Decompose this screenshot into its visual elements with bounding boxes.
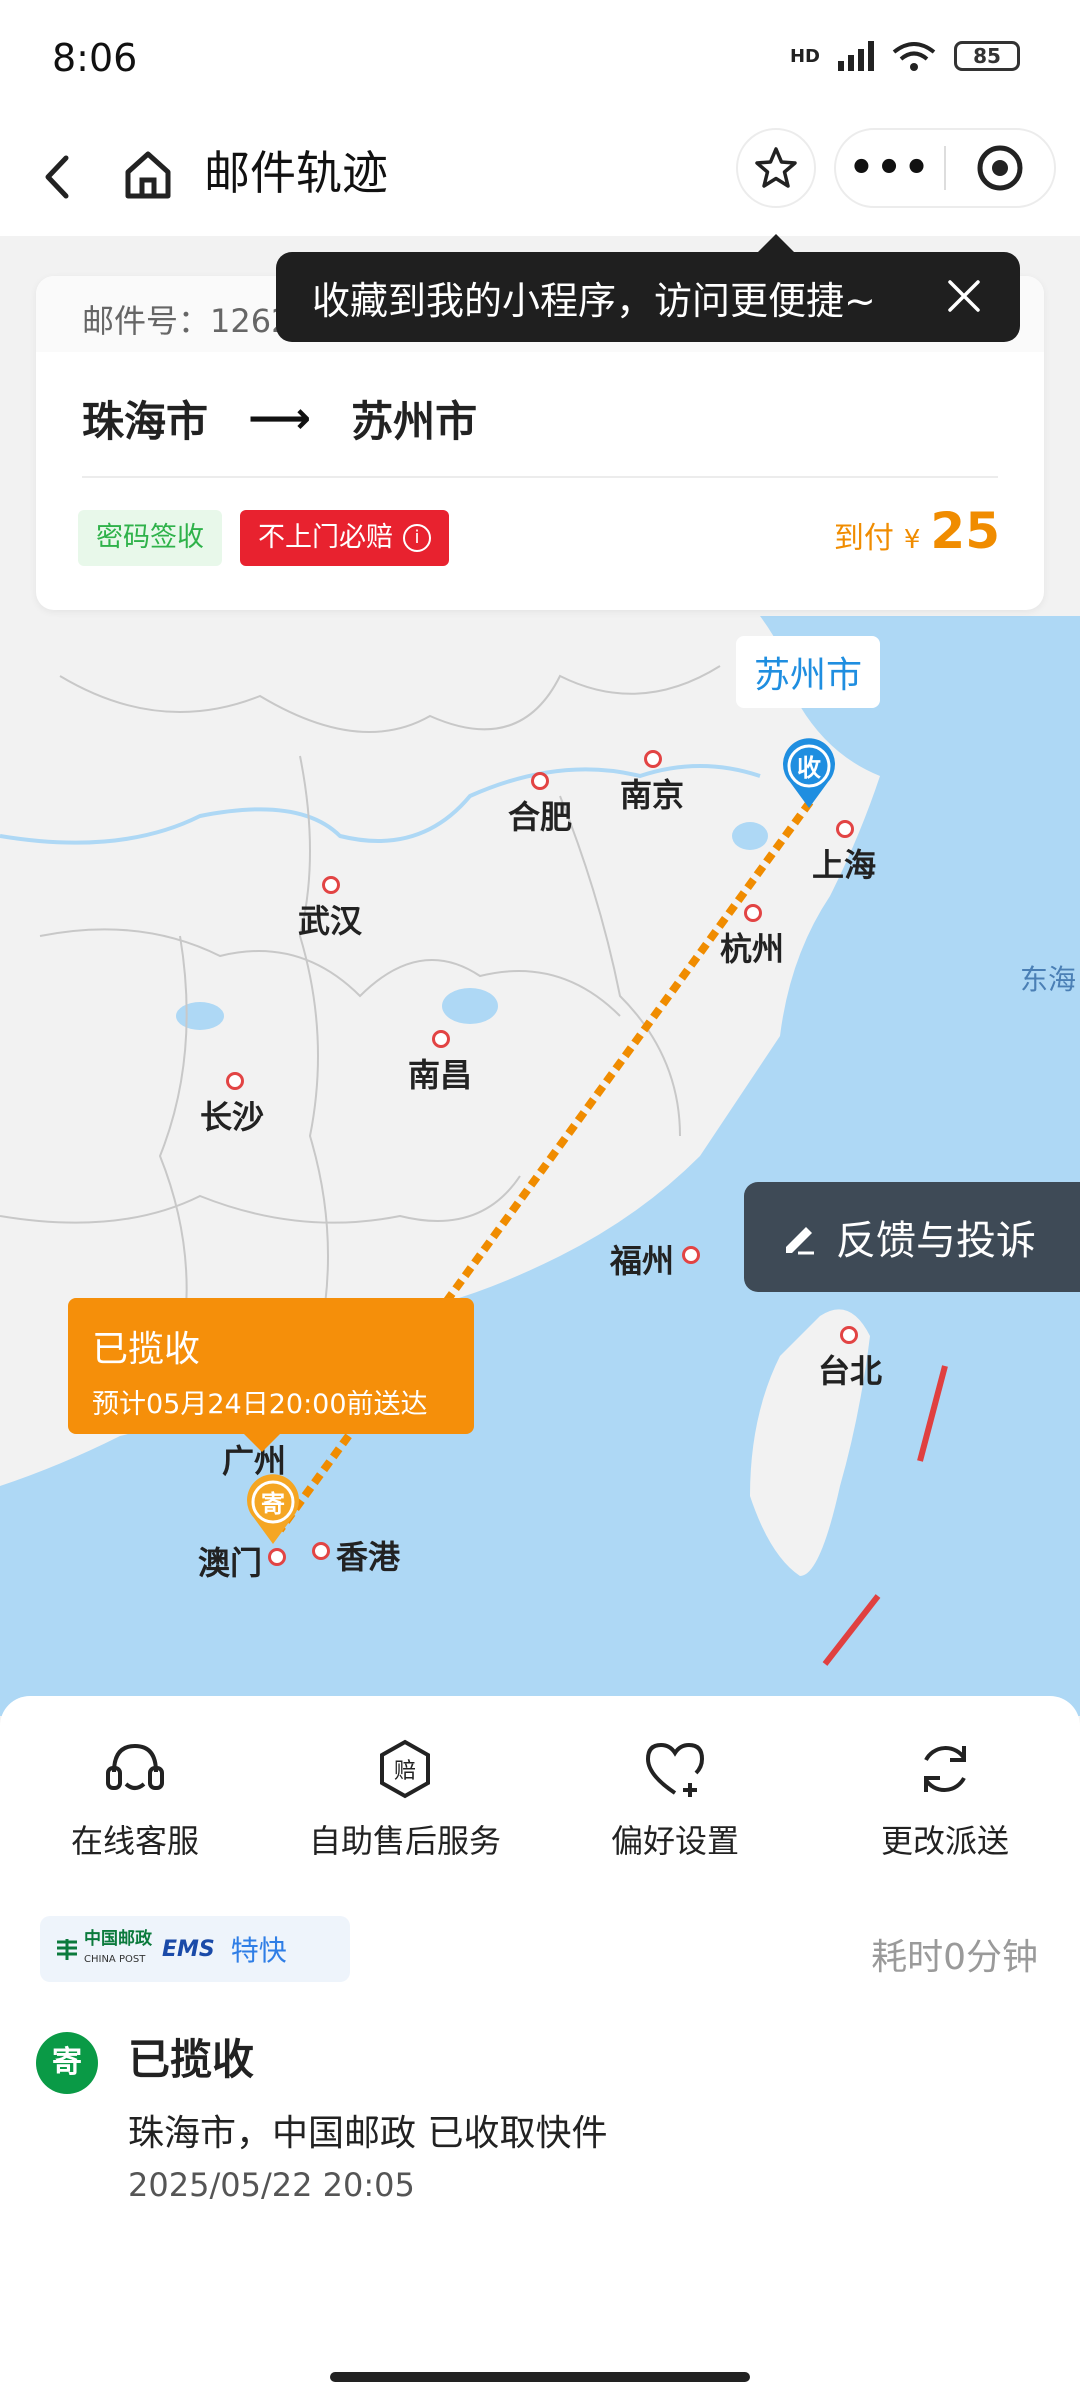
- city-dot: [744, 904, 762, 922]
- destination-pin-text: 收: [797, 754, 821, 782]
- payment-info: 到付 ¥ 25: [834, 502, 1000, 560]
- feedback-complaint-button[interactable]: 反馈与投诉: [744, 1182, 1080, 1292]
- close-miniprogram-button[interactable]: [946, 143, 1054, 193]
- route-summary: 珠海市 ⟶ 苏州市: [82, 388, 477, 449]
- china-post-text: 中国邮政 CHINA POST: [84, 1930, 152, 1969]
- mini-program-capsule: •••: [834, 128, 1056, 208]
- city-label-hangzhou: 杭州: [720, 930, 785, 968]
- ems-logo: EMS: [162, 1936, 215, 1962]
- back-icon[interactable]: [30, 142, 86, 212]
- action-label: 更改派送: [880, 1822, 1009, 1860]
- origin-city: 珠海市: [82, 397, 209, 446]
- currency-symbol: ¥: [903, 525, 921, 555]
- city-dot: [531, 772, 549, 790]
- payment-amount: 25: [930, 502, 1000, 560]
- status-popup-title: 已揽收: [92, 1329, 201, 1370]
- carrier-name-cn: 中国邮政: [84, 1928, 152, 1949]
- compensation-icon: 赔: [370, 1736, 440, 1802]
- city-label-fuzhou: 福州: [610, 1242, 675, 1280]
- city-dot: [432, 1030, 450, 1048]
- star-icon: [755, 147, 797, 188]
- event-status-icon: 寄: [36, 2032, 98, 2094]
- city-dot: [840, 1326, 858, 1344]
- status-time: 8:06: [52, 36, 138, 80]
- city-label-nanjing: 南京: [620, 776, 685, 814]
- event-title: 已揽收: [128, 2035, 255, 2084]
- event-time: 2025/05/22 20:05: [128, 2166, 415, 2204]
- close-icon[interactable]: [944, 276, 984, 316]
- service-type: 特快: [230, 1934, 287, 1967]
- city-dot: [322, 876, 340, 894]
- preference-settings-button[interactable]: 偏好设置: [540, 1736, 810, 1866]
- favorite-button[interactable]: [736, 128, 816, 208]
- refresh-icon: [910, 1736, 980, 1802]
- status-popup-eta: 预计05月24日20:00前送达: [92, 1389, 428, 1420]
- password-sign-tag: 密码签收: [78, 510, 222, 566]
- city-dot: [836, 820, 854, 838]
- home-indicator[interactable]: [330, 2372, 750, 2382]
- city-dot: [226, 1072, 244, 1090]
- battery-icon: 85: [954, 41, 1020, 71]
- divider: [82, 476, 998, 478]
- city-label-hefei: 合肥: [508, 798, 573, 836]
- action-label: 偏好设置: [610, 1822, 739, 1860]
- event-description: 珠海市，中国邮政 已收取快件: [128, 2113, 608, 2154]
- city-label-nanchang: 南昌: [408, 1056, 473, 1094]
- feedback-label: 反馈与投诉: [836, 1218, 1036, 1264]
- china-post-icon: [57, 1939, 77, 1960]
- destination-pin[interactable]: 收: [780, 738, 838, 810]
- action-label: 自助售后服务: [308, 1822, 501, 1860]
- status-popup: 已揽收 预计05月24日20:00前送达: [68, 1298, 474, 1452]
- wifi-icon: [892, 42, 936, 71]
- tracking-sheet: 在线客服 赔 自助售后服务 偏好设置 更改派送 中国邮政 CHINA POST …: [0, 1696, 1080, 2400]
- action-label: 在线客服: [70, 1822, 199, 1860]
- elapsed-time: 耗时0分钟: [871, 1937, 1038, 1978]
- target-icon: [977, 145, 1023, 191]
- city-label-hongkong: 香港: [336, 1538, 401, 1576]
- online-service-button[interactable]: 在线客服: [0, 1736, 270, 1866]
- status-bar: 8:06 HD 85: [0, 0, 1080, 118]
- change-delivery-button[interactable]: 更改派送: [810, 1736, 1080, 1866]
- network-label: HD: [789, 45, 820, 67]
- tooltip-text: 收藏到我的小程序，访问更便捷~: [312, 278, 876, 323]
- more-button[interactable]: •••: [836, 145, 944, 191]
- city-label-taipei: 台北: [818, 1352, 883, 1390]
- headset-icon: [100, 1736, 170, 1802]
- nav-bar: 邮件轨迹 •••: [0, 118, 1080, 236]
- svg-text:赔: 赔: [394, 1759, 416, 1784]
- city-dot: [268, 1548, 286, 1566]
- city-dot: [644, 750, 662, 768]
- arrow-right-icon: ⟶: [248, 393, 312, 444]
- destination-city: 苏州市: [351, 397, 478, 446]
- origin-pin-text: 寄: [261, 1490, 285, 1518]
- city-label-shanghai: 上海: [812, 846, 877, 884]
- compensation-tag[interactable]: 不上门必赔 i: [240, 510, 449, 566]
- city-dot: [682, 1246, 700, 1264]
- city-label-wuhan: 武汉: [298, 902, 363, 940]
- carrier-name-en: CHINA POST: [84, 1953, 146, 1965]
- heart-plus-icon: [640, 1736, 710, 1802]
- after-sales-button[interactable]: 赔 自助售后服务: [270, 1736, 540, 1866]
- carrier-badge: 中国邮政 CHINA POST EMS 特快: [40, 1916, 350, 1982]
- page-title: 邮件轨迹: [204, 146, 388, 200]
- favorite-tooltip: 收藏到我的小程序，访问更便捷~: [276, 234, 1020, 342]
- signal-icon: [838, 41, 874, 71]
- edit-icon: [786, 1227, 814, 1255]
- destination-label: 苏州市: [736, 636, 881, 708]
- compensation-tag-label: 不上门必赔: [258, 522, 393, 553]
- system-indicators: HD 85: [790, 40, 1020, 72]
- city-label-changsha: 长沙: [200, 1098, 265, 1136]
- info-icon: i: [403, 524, 431, 552]
- origin-pin[interactable]: 寄: [244, 1474, 302, 1546]
- action-bar: 在线客服 赔 自助售后服务 偏好设置 更改派送: [0, 1736, 1080, 1866]
- city-dot: [312, 1542, 330, 1560]
- payment-label: 到付: [833, 521, 894, 556]
- sea-label: 东海: [1020, 963, 1077, 996]
- home-icon[interactable]: [118, 140, 178, 210]
- china-post-logo: 中国邮政 CHINA POST: [54, 1930, 152, 1969]
